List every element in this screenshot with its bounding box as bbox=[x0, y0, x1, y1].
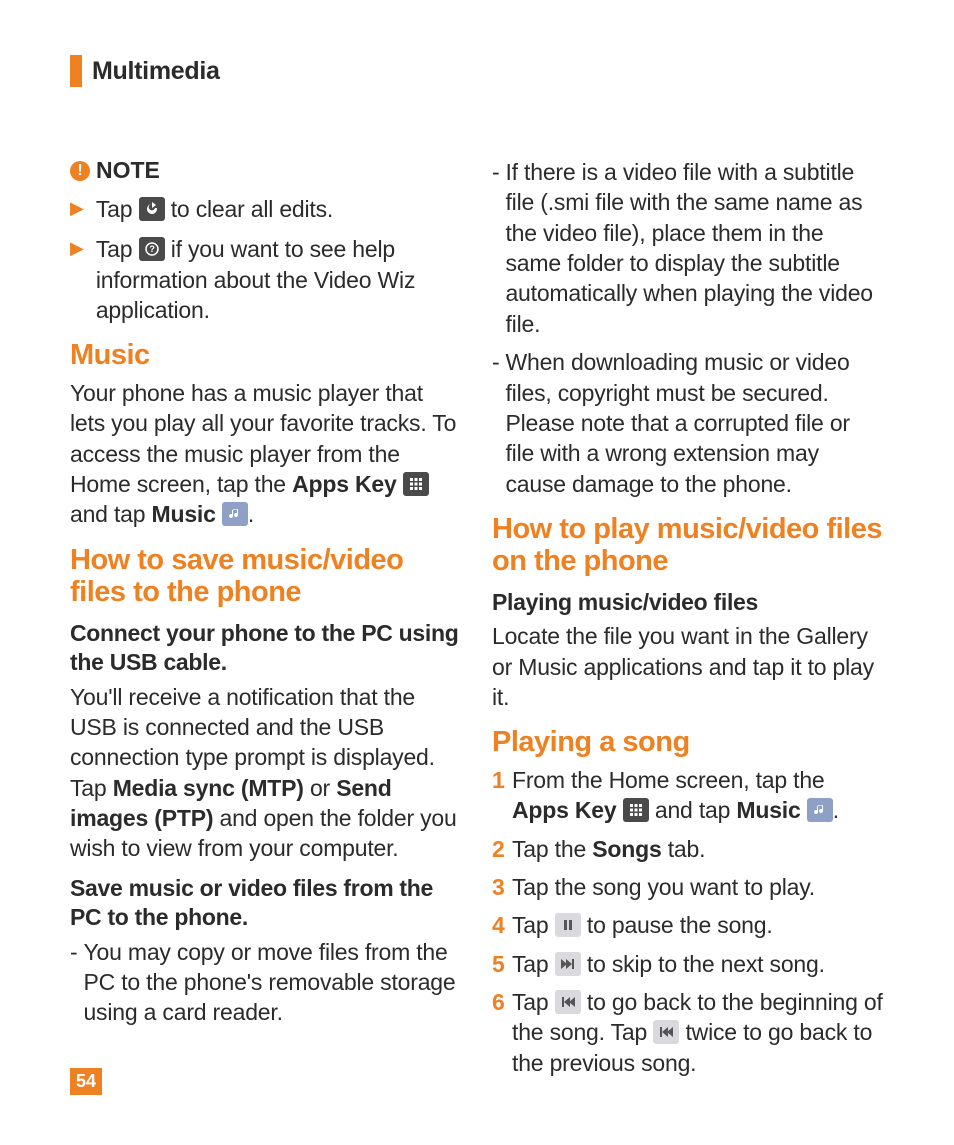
step-text: Tap the song you want to play. bbox=[512, 872, 815, 902]
chapter-header: Multimedia bbox=[70, 55, 884, 87]
dash-text: When downloading music or video files, c… bbox=[505, 347, 884, 499]
right-column: - If there is a video file with a subtit… bbox=[492, 157, 884, 1086]
step-number: 2 bbox=[492, 834, 512, 864]
note-label: NOTE bbox=[96, 157, 160, 184]
note-heading: ! NOTE bbox=[70, 157, 462, 184]
step-text: From the Home screen, tap the Apps Key a… bbox=[512, 765, 884, 826]
music-paragraph: Your phone has a music player that lets … bbox=[70, 378, 462, 530]
step-number: 1 bbox=[492, 765, 512, 826]
triangle-bullet-icon: ▶ bbox=[70, 198, 84, 224]
dash-text: If there is a video file with a subtitle… bbox=[505, 157, 884, 339]
dash-item: - You may copy or move files from the PC… bbox=[70, 937, 462, 1028]
heading-save-files: How to save music/video files to the pho… bbox=[70, 544, 462, 609]
note-bullet: ▶ Tap ? if you want to see help informat… bbox=[70, 234, 462, 325]
page-number: 54 bbox=[70, 1068, 102, 1095]
help-icon: ? bbox=[139, 237, 165, 261]
alert-icon: ! bbox=[70, 161, 90, 181]
step-row: 6 Tap to go back to the beginning of the… bbox=[492, 987, 884, 1078]
music-note-icon bbox=[807, 798, 833, 822]
step-number: 4 bbox=[492, 910, 512, 940]
left-column: ! NOTE ▶ Tap to clear all edits. ▶ Tap ?… bbox=[70, 157, 462, 1086]
skip-previous-icon bbox=[653, 1020, 679, 1044]
connect-paragraph: You'll receive a notification that the U… bbox=[70, 682, 462, 864]
step-row: 5 Tap to skip to the next song. bbox=[492, 949, 884, 979]
chapter-accent-bar bbox=[70, 55, 82, 87]
note-bullet: ▶ Tap to clear all edits. bbox=[70, 194, 462, 224]
skip-next-icon bbox=[555, 952, 581, 976]
step-text: Tap to pause the song. bbox=[512, 910, 773, 940]
dash-bullet: - bbox=[70, 937, 77, 1028]
step-text: Tap the Songs tab. bbox=[512, 834, 705, 864]
triangle-bullet-icon: ▶ bbox=[70, 238, 84, 325]
step-row: 2 Tap the Songs tab. bbox=[492, 834, 884, 864]
step-text: Tap to go back to the beginning of the s… bbox=[512, 987, 884, 1078]
step-number: 5 bbox=[492, 949, 512, 979]
svg-text:?: ? bbox=[149, 244, 154, 254]
pause-icon bbox=[555, 913, 581, 937]
subheading-connect: Connect your phone to the PC using the U… bbox=[70, 619, 462, 678]
note-text: Tap to clear all edits. bbox=[96, 194, 333, 224]
heading-play-files: How to play music/video files on the pho… bbox=[492, 513, 884, 578]
dash-item: - If there is a video file with a subtit… bbox=[492, 157, 884, 339]
step-row: 1 From the Home screen, tap the Apps Key… bbox=[492, 765, 884, 826]
reset-icon bbox=[139, 197, 165, 221]
content-columns: ! NOTE ▶ Tap to clear all edits. ▶ Tap ?… bbox=[70, 157, 884, 1086]
step-number: 3 bbox=[492, 872, 512, 902]
heading-music: Music bbox=[70, 339, 462, 371]
step-text: Tap to skip to the next song. bbox=[512, 949, 825, 979]
page: Multimedia ! NOTE ▶ Tap to clear all edi… bbox=[0, 0, 954, 1086]
chapter-title: Multimedia bbox=[92, 57, 220, 86]
subheading-playing-files: Playing music/video files bbox=[492, 588, 884, 617]
dash-bullet: - bbox=[492, 347, 499, 499]
heading-playing-song: Playing a song bbox=[492, 726, 884, 758]
apps-grid-icon bbox=[623, 798, 649, 822]
skip-previous-icon bbox=[555, 990, 581, 1014]
step-number: 6 bbox=[492, 987, 512, 1078]
apps-grid-icon bbox=[403, 472, 429, 496]
step-row: 4 Tap to pause the song. bbox=[492, 910, 884, 940]
play-paragraph: Locate the file you want in the Gallery … bbox=[492, 621, 884, 712]
dash-text: You may copy or move files from the PC t… bbox=[83, 937, 462, 1028]
step-row: 3 Tap the song you want to play. bbox=[492, 872, 884, 902]
dash-item: - When downloading music or video files,… bbox=[492, 347, 884, 499]
note-text: Tap ? if you want to see help informatio… bbox=[96, 234, 462, 325]
subheading-save-files: Save music or video files from the PC to… bbox=[70, 874, 462, 933]
dash-bullet: - bbox=[492, 157, 499, 339]
music-note-icon bbox=[222, 502, 248, 526]
